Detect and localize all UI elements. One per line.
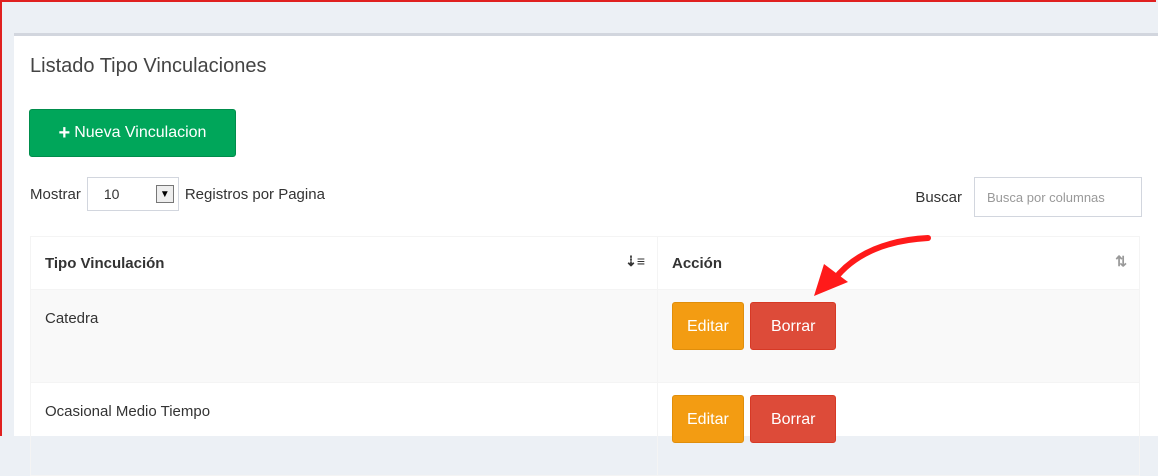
page-size-select[interactable]: 10 ▼ (86, 177, 179, 211)
page-title: Listado Tipo Vinculaciones (30, 55, 267, 77)
column-header-label: Acción (672, 254, 723, 272)
table-row: Catedra Editar Borrar (30, 289, 1140, 383)
search-input[interactable] (974, 177, 1142, 217)
show-label: Mostrar (30, 185, 81, 203)
row-name: Catedra (30, 289, 658, 383)
plus-icon: + (58, 122, 71, 144)
search-label: Buscar (915, 188, 962, 206)
row-actions: Editar Borrar (657, 382, 1140, 476)
annotation-arrow (814, 235, 931, 296)
dropdown-arrow-icon[interactable]: ▼ (155, 185, 174, 203)
row-name: Ocasional Medio Tiempo (30, 382, 658, 476)
search-control: Buscar (915, 177, 1142, 217)
table-header-row: Tipo Vinculación ⇣≡ Acción ⇅ (30, 236, 1140, 290)
table-row: Ocasional Medio Tiempo Editar Borrar (30, 382, 1140, 476)
records-per-page-label: Registros por Pagina (184, 185, 325, 203)
new-vinculacion-button[interactable]: + Nueva Vinculacion (29, 109, 236, 157)
sort-icon[interactable]: ⇅ (1115, 253, 1127, 270)
column-header-tipo[interactable]: Tipo Vinculación ⇣≡ (30, 236, 658, 290)
length-control: Mostrar 10 ▼ Registros por Pagina (30, 177, 325, 211)
content-box: Listado Tipo Vinculaciones + Nueva Vincu… (14, 33, 1158, 476)
sort-asc-icon[interactable]: ⇣≡ (625, 253, 645, 270)
page-size-value: 10 (103, 186, 120, 202)
vinculaciones-table: Tipo Vinculación ⇣≡ Acción ⇅ Catedra Edi… (30, 236, 1140, 476)
new-button-label: Nueva Vinculacion (74, 124, 207, 141)
edit-button[interactable]: Editar (672, 302, 744, 350)
column-header-label: Tipo Vinculación (45, 254, 165, 272)
